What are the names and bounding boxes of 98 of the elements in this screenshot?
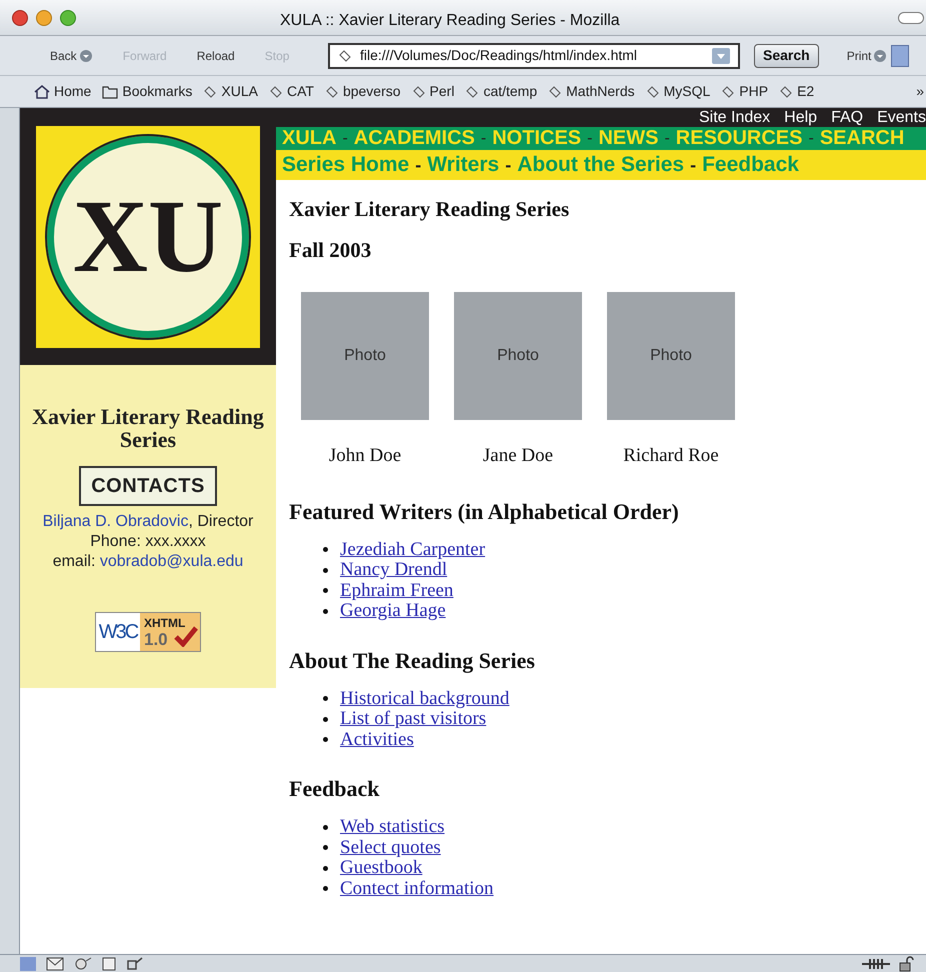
bookmark-item[interactable]: XULA <box>203 81 258 102</box>
toolbar-button[interactable]: Reload <box>196 46 235 64</box>
mail-icon[interactable] <box>46 956 64 970</box>
director-link[interactable]: Biljana D. Obradovic <box>42 513 188 530</box>
writer-name: Richard Roe <box>623 444 719 468</box>
contacts-heading: CONTACTS <box>79 466 217 506</box>
connection-icon <box>862 958 890 970</box>
bookmark-icon <box>268 84 283 98</box>
folder-icon <box>102 84 118 98</box>
bookmark-icon <box>646 84 660 98</box>
nav-separator: - <box>504 154 512 176</box>
nav-separator: - <box>808 128 815 148</box>
top-link[interactable]: Site Index <box>699 108 770 127</box>
nav-separator: - <box>341 128 349 148</box>
bookmark-icon <box>721 84 736 98</box>
bullet-icon <box>323 547 328 552</box>
composer-icon[interactable] <box>126 956 144 970</box>
bullet-icon <box>323 588 328 594</box>
url-field[interactable]: file:///Volumes/Doc/Readings/html/index.html <box>328 42 740 68</box>
notebook-icon[interactable] <box>102 956 116 970</box>
bookmark-item[interactable]: E2 <box>779 81 814 102</box>
writer-name: John Doe <box>328 444 402 468</box>
section-heading: Feedback <box>289 776 380 801</box>
page-title: Xavier Literary Reading Series <box>289 197 570 221</box>
bookmark-item[interactable]: MySQL <box>646 81 710 102</box>
toolbar-toggle-button[interactable] <box>898 12 924 24</box>
bookmark-item[interactable]: CAT <box>268 81 314 102</box>
bookmark-item[interactable]: bpeverso <box>324 81 401 102</box>
bookmarks-menu-button[interactable]: Bookmarks <box>102 81 192 102</box>
section-link[interactable]: Activities <box>340 730 414 750</box>
minimize-button[interactable] <box>36 10 52 26</box>
bookmark-icon <box>465 84 480 98</box>
print-button[interactable]: Print <box>846 46 888 64</box>
section-link[interactable]: Jezediah Carpenter <box>340 540 486 560</box>
nav-separator: - <box>480 128 488 148</box>
nav-separator: - <box>663 128 671 148</box>
bullet-icon <box>323 866 328 871</box>
bullet-icon <box>323 737 328 742</box>
bookmark-item[interactable]: PHP <box>721 81 768 102</box>
search-button[interactable]: Search <box>754 44 819 68</box>
bookmark-icon <box>548 84 562 98</box>
throbber-icon <box>891 44 910 66</box>
nav-separator: - <box>414 154 422 176</box>
writer-name: Jane Doe <box>482 444 554 468</box>
bookmark-icon <box>338 48 352 62</box>
bookmark-icon <box>203 84 218 98</box>
bookmark-item[interactable]: Perl <box>412 81 454 102</box>
section-link[interactable]: Web statistics <box>340 817 445 838</box>
bullet-icon <box>323 886 328 892</box>
section-link[interactable]: Georgia Hage <box>340 601 446 622</box>
navigator-icon[interactable] <box>20 956 36 970</box>
bullet-icon <box>323 845 328 850</box>
section-link[interactable]: Ephraim Freen <box>340 580 454 601</box>
chat-icon[interactable] <box>74 956 92 970</box>
section-link[interactable]: Historical background <box>340 688 510 709</box>
top-link[interactable]: FAQ <box>831 108 864 127</box>
bullet-icon <box>323 824 328 830</box>
nav-separator: - <box>586 128 594 148</box>
dropdown-icon[interactable] <box>712 48 730 64</box>
top-link[interactable]: Events <box>877 108 926 127</box>
email-link[interactable]: vobradob@xula.edu <box>100 553 244 570</box>
nav-separator: - <box>689 154 698 176</box>
email-label: email: <box>52 553 96 570</box>
zoom-button[interactable] <box>60 10 76 26</box>
director-role: , Director <box>188 513 254 530</box>
dropdown-icon[interactable] <box>78 48 93 62</box>
section-heading: Featured Writers (in Alphabetical Order) <box>289 498 680 524</box>
bookmark-icon <box>324 84 339 98</box>
window-title: XULA :: Xavier Literary Reading Series - Mozilla <box>280 11 620 31</box>
season-heading: Fall 2003 <box>289 238 372 262</box>
more-bookmarks-button[interactable]: » <box>916 81 924 102</box>
section-link[interactable]: Contect information <box>340 878 494 899</box>
bullet-icon <box>323 568 328 573</box>
bookmark-item[interactable]: cat/temp <box>465 81 538 102</box>
close-button[interactable] <box>12 10 28 26</box>
dropdown-icon[interactable] <box>873 48 888 62</box>
bullet-icon <box>323 716 328 722</box>
bookmark-item[interactable]: Home <box>34 81 92 102</box>
photo-caption: Photo <box>650 346 692 366</box>
logo-text: XU <box>72 185 224 289</box>
section-link[interactable]: Guestbook <box>340 858 422 878</box>
photo-caption: Photo <box>497 346 539 366</box>
section-link[interactable]: Nancy Drendl <box>340 560 448 580</box>
bullet-icon <box>323 608 328 614</box>
bullet-icon <box>323 696 328 702</box>
sidebar-heading: Xavier Literary Reading Series <box>31 405 265 451</box>
section-link[interactable]: Select quotes <box>340 838 441 858</box>
bookmark-icon <box>779 84 794 98</box>
lock-icon <box>898 956 914 972</box>
photo-caption: Photo <box>344 346 386 366</box>
top-link[interactable]: Help <box>784 108 818 127</box>
home-icon <box>34 84 50 98</box>
section-heading: About The Reading Series <box>289 648 536 672</box>
bookmark-item[interactable]: MathNerds <box>548 81 635 102</box>
bookmark-icon <box>412 84 426 98</box>
phone-text: Phone: xxx.xxxx <box>90 532 206 552</box>
toolbar-button[interactable]: Back <box>50 46 93 64</box>
section-link[interactable]: List of past visitors <box>340 709 486 730</box>
